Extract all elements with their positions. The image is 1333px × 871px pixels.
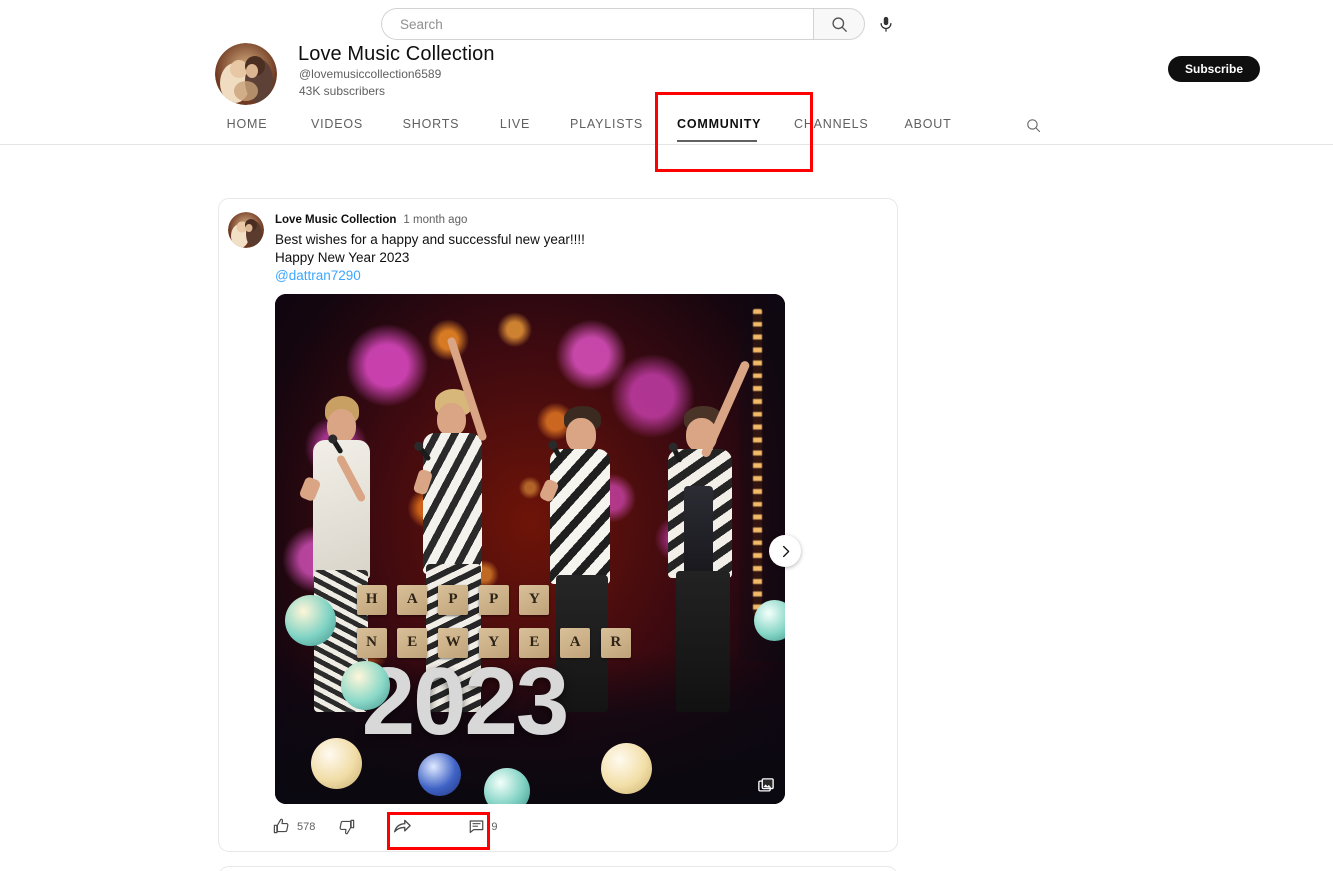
lantern-cream-2 <box>601 742 653 794</box>
chevron-right-icon <box>782 545 789 557</box>
lantern-teal-2 <box>341 661 390 710</box>
tab-channels[interactable]: CHANNELS <box>794 108 868 142</box>
channel-handle: @lovemusiccollection6589 <box>299 67 442 81</box>
lantern-teal-4 <box>754 600 785 641</box>
voice-search-button[interactable] <box>872 10 900 38</box>
tile-happy-4: Y <box>519 584 550 615</box>
post-avatar-image <box>228 212 264 248</box>
next-community-post-card[interactable] <box>218 866 898 871</box>
youtube-channel-community-page: Love Music Collection @lovemusiccollecti… <box>0 0 1333 871</box>
post-body-text: Best wishes for a happy and successful n… <box>275 232 585 265</box>
search-input[interactable] <box>398 10 788 38</box>
lantern-teal-1 <box>285 594 337 646</box>
channel-tabs: HOME VIDEOS SHORTS LIVE PLAYLISTS COMMUNITY CH… <box>222 108 990 142</box>
channel-subscriber-count: 43K subscribers <box>299 84 386 98</box>
tab-about[interactable]: ABOUT <box>903 108 953 142</box>
dislike-button[interactable] <box>337 817 362 836</box>
search-icon <box>831 16 847 32</box>
search-icon <box>1027 119 1041 133</box>
subscribe-button[interactable]: Subscribe <box>1168 56 1261 82</box>
post-author-avatar[interactable] <box>228 212 264 248</box>
post-image[interactable]: HAPPY NEWYEAR 2023 <box>275 294 785 804</box>
tile-row-happy: HAPPY <box>356 584 785 615</box>
post-action-bar: 578 9 <box>272 816 497 837</box>
channel-avatar-image <box>215 43 277 105</box>
lantern-cream-3 <box>724 692 770 738</box>
thumbs-up-icon <box>273 818 289 834</box>
multi-image-badge <box>757 777 775 795</box>
like-button[interactable]: 578 <box>272 817 315 836</box>
post-mention-link[interactable]: @dattran7290 <box>275 267 361 285</box>
comment-button[interactable]: 9 <box>468 818 497 835</box>
lantern-cream-1 <box>310 737 362 789</box>
year-overlay-2023: 2023 <box>361 647 570 755</box>
post-timestamp: 1 month ago <box>403 214 468 226</box>
lantern-teal-3 <box>484 768 530 804</box>
share-icon <box>394 819 412 833</box>
tab-home[interactable]: HOME <box>222 108 272 142</box>
tile-happy-2: P <box>438 584 468 615</box>
like-count: 578 <box>297 820 316 833</box>
tab-videos[interactable]: VIDEOS <box>309 108 365 142</box>
tile-happy-3: P <box>478 584 509 615</box>
multi-image-icon <box>758 778 774 792</box>
tab-live[interactable]: LIVE <box>497 108 533 142</box>
tile-happy-1: A <box>397 584 428 615</box>
share-button[interactable] <box>392 816 413 837</box>
tile-happy-0: H <box>356 584 387 615</box>
tab-community[interactable]: COMMUNITY <box>677 108 760 142</box>
carousel-next-button[interactable] <box>769 535 801 567</box>
microphone-icon <box>880 16 892 32</box>
post-author-line: Love Music Collection 1 month ago <box>275 214 467 226</box>
top-search-row <box>0 0 1333 46</box>
channel-title: Love Music Collection <box>298 43 495 65</box>
thumbs-down-icon <box>339 819 355 835</box>
channel-avatar[interactable] <box>215 43 277 105</box>
tab-playlists[interactable]: PLAYLISTS <box>570 108 642 142</box>
tile-newyear-6: R <box>600 627 631 658</box>
comment-count: 9 <box>491 820 498 833</box>
search-field-wrapper[interactable] <box>381 8 813 40</box>
channel-tab-bar: HOME VIDEOS SHORTS LIVE PLAYLISTS COMMUNITY CH… <box>0 108 1333 145</box>
tab-shorts[interactable]: SHORTS <box>402 108 460 142</box>
tab-search-button[interactable] <box>1025 108 1042 145</box>
search-button[interactable] <box>813 8 865 40</box>
post-author-name[interactable]: Love Music Collection <box>275 214 396 226</box>
comment-icon <box>470 820 484 834</box>
